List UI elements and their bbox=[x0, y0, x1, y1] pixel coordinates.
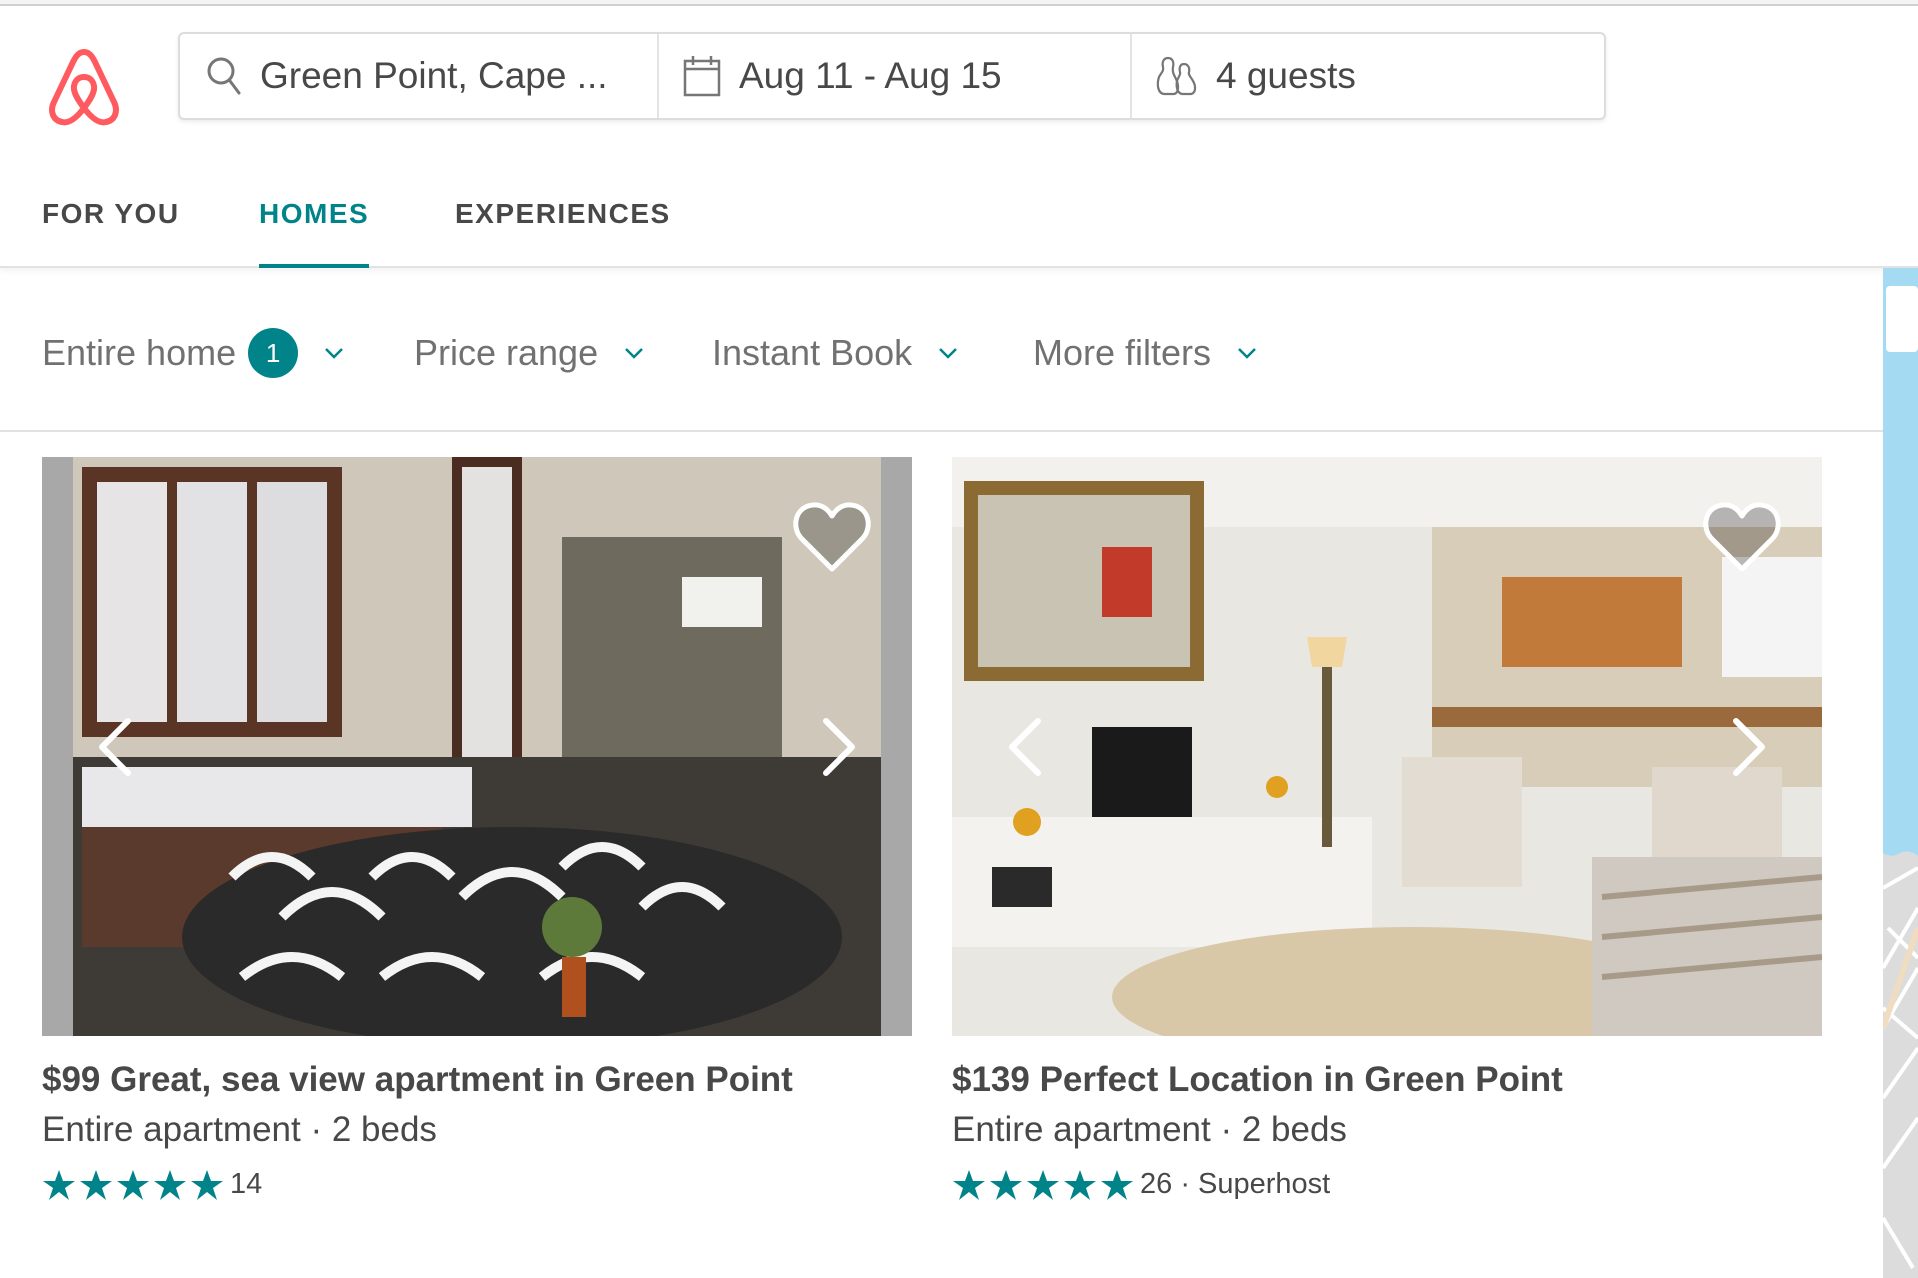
filter-count-badge: 1 bbox=[248, 328, 299, 378]
filter-label: Instant Book bbox=[712, 332, 913, 373]
map-tiles bbox=[1883, 268, 1918, 1278]
listing-title[interactable]: $99 Great, sea view apartment in Green P… bbox=[42, 1060, 912, 1100]
star-icon bbox=[1064, 1169, 1096, 1200]
filter-bar: Entire home 1 Price range Instant Book M… bbox=[0, 270, 1883, 432]
guests-value: 4 guests bbox=[1216, 55, 1356, 96]
search-bar: Green Point, Cape ... Aug 11 - Aug 15 4 … bbox=[178, 32, 1606, 120]
listing-details: Entire apartment · 2 beds bbox=[42, 1110, 437, 1149]
listing-details: Entire apartment · 2 beds bbox=[952, 1110, 1347, 1149]
listing-rating: 14 bbox=[42, 1168, 912, 1201]
star-icon bbox=[990, 1169, 1022, 1200]
location-value: Green Point, Cape ... bbox=[260, 55, 608, 96]
star-icon bbox=[953, 1169, 985, 1200]
star-icon bbox=[191, 1169, 223, 1200]
chevron-down-icon bbox=[625, 348, 643, 359]
star-icon bbox=[1027, 1169, 1059, 1200]
airbnb-logo-icon[interactable] bbox=[46, 46, 122, 126]
listing-photo[interactable] bbox=[42, 457, 912, 1036]
tab-homes[interactable]: HOMES bbox=[259, 198, 370, 268]
listing-title[interactable]: $139 Perfect Location in Green Point bbox=[952, 1060, 1822, 1100]
chevron-left-icon[interactable] bbox=[96, 717, 132, 777]
tab-for-you[interactable]: FOR YOU bbox=[42, 198, 180, 268]
star-rating bbox=[952, 1169, 1134, 1201]
chevron-right-icon[interactable] bbox=[822, 717, 858, 777]
chevron-down-icon bbox=[325, 348, 343, 359]
filter-entire-home[interactable]: Entire home 1 bbox=[42, 328, 344, 378]
guests-icon bbox=[1156, 56, 1197, 96]
star-icon bbox=[154, 1169, 186, 1200]
map-panel[interactable] bbox=[1883, 268, 1918, 1278]
star-icon bbox=[80, 1169, 112, 1200]
review-count: 26 · Superhost bbox=[1140, 1168, 1331, 1200]
dates-value: Aug 11 - Aug 15 bbox=[739, 55, 1002, 96]
review-count: 14 bbox=[230, 1168, 263, 1200]
star-rating bbox=[42, 1169, 224, 1201]
chevron-down-icon bbox=[1238, 348, 1256, 359]
listing-photo-image bbox=[952, 457, 1822, 1036]
category-tabs: FOR YOU HOMES EXPERIENCES bbox=[0, 180, 1918, 268]
filter-instant-book[interactable]: Instant Book bbox=[712, 328, 958, 378]
dates-field[interactable]: Aug 11 - Aug 15 bbox=[657, 34, 1130, 118]
filter-label: Price range bbox=[414, 332, 599, 373]
guests-field[interactable]: 4 guests bbox=[1130, 34, 1604, 118]
listing-photo[interactable] bbox=[952, 457, 1822, 1036]
listing-photo-image bbox=[42, 457, 912, 1036]
filter-price-range[interactable]: Price range bbox=[414, 328, 644, 378]
chevron-left-icon[interactable] bbox=[1006, 717, 1042, 777]
star-icon bbox=[43, 1169, 75, 1200]
heart-save-icon[interactable] bbox=[792, 501, 872, 573]
star-icon bbox=[117, 1169, 149, 1200]
listing-card[interactable]: $139 Perfect Location in Green Point Ent… bbox=[952, 457, 1822, 1201]
heart-save-icon[interactable] bbox=[1702, 501, 1782, 573]
tab-experiences[interactable]: EXPERIENCES bbox=[455, 198, 671, 268]
browser-top-edge bbox=[0, 0, 1918, 6]
calendar-icon bbox=[683, 56, 721, 97]
chevron-right-icon[interactable] bbox=[1732, 717, 1768, 777]
star-icon bbox=[1101, 1169, 1133, 1200]
filter-more-filters[interactable]: More filters bbox=[1033, 328, 1257, 378]
listing-rating: 26 · Superhost bbox=[952, 1168, 1822, 1201]
chevron-down-icon bbox=[939, 348, 958, 359]
search-icon bbox=[207, 57, 241, 95]
location-field[interactable]: Green Point, Cape ... bbox=[180, 34, 657, 118]
listing-card[interactable]: $99 Great, sea view apartment in Green P… bbox=[42, 457, 912, 1201]
filter-label: Entire home bbox=[42, 332, 237, 373]
filter-label: More filters bbox=[1033, 332, 1212, 373]
